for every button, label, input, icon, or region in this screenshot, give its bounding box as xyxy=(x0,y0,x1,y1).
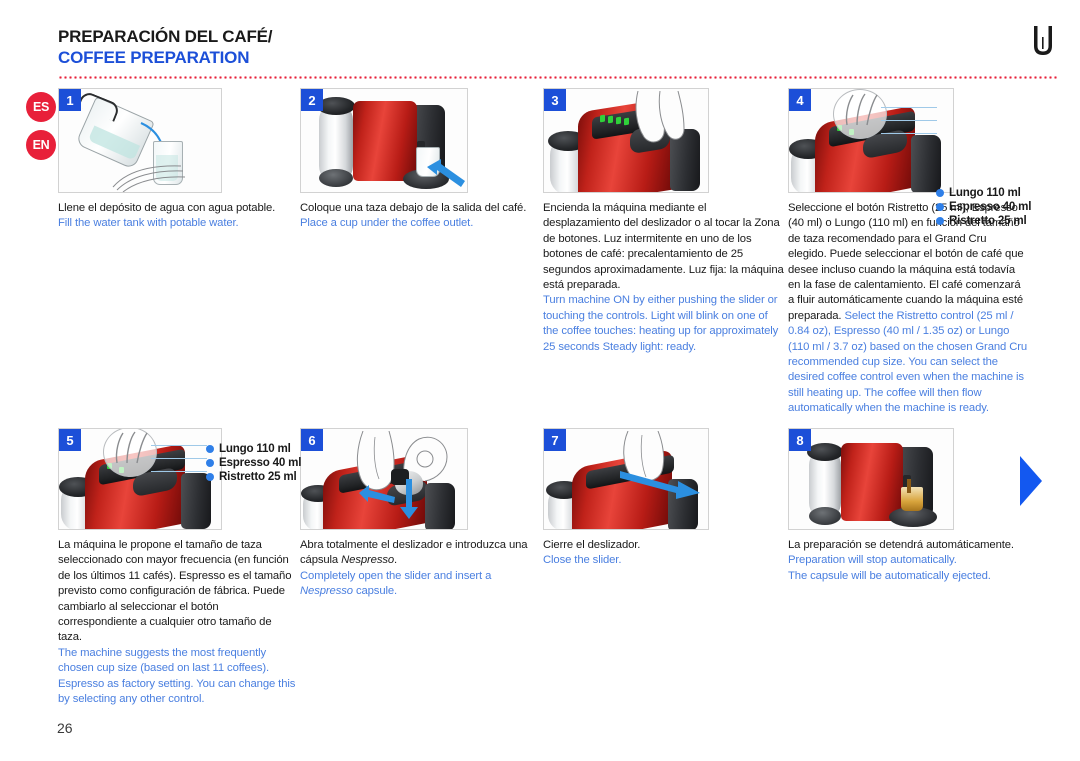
callout-label-ristretto: Ristretto 25 ml xyxy=(949,214,1027,227)
step-panel-6: 6 Abra totalmente el deslizador e introd… xyxy=(300,428,528,597)
callout-row-ristretto: Ristretto 25 ml xyxy=(936,214,1031,227)
step-caption-3-en: Turn machine ON by either pushing the sl… xyxy=(543,294,779,353)
step-caption-6-es: Abra totalmente el deslizador e introduz… xyxy=(300,539,528,567)
page-title-en: COFFEE PREPARATION xyxy=(58,48,250,67)
language-badges: ES EN xyxy=(26,92,56,168)
step-caption-1-es: Llene el depósito de agua con agua potab… xyxy=(58,202,276,214)
step-badge-5: 5 xyxy=(59,429,81,451)
step-panel-7: 7 Cierre el deslizador. Close the slider… xyxy=(543,428,709,566)
suggested-cup-size-photo: 5 xyxy=(58,428,222,530)
language-badge-en: EN xyxy=(26,130,56,160)
open-slider-insert-capsule-photo: 6 xyxy=(300,428,468,530)
step-caption-5-en: The machine suggests the most frequently… xyxy=(58,646,296,706)
page-number: 26 xyxy=(57,720,73,736)
step-caption-7-en: Close the slider. xyxy=(543,554,622,567)
close-slider-photo: 7 xyxy=(543,428,709,530)
step-caption-4-en: Select the Ristretto control (25 ml / 0.… xyxy=(788,309,1028,415)
step-caption-5-es: La máquina le propone el tamaño de taza … xyxy=(58,539,292,644)
step-badge-8: 8 xyxy=(789,429,811,451)
step-caption-3: Encienda la máquina mediante el desplaza… xyxy=(543,201,785,355)
callout-row-espresso: Espresso 40 ml xyxy=(936,200,1031,213)
step-caption-7: Cierre el deslizador. Close the slider. xyxy=(543,538,773,569)
step-caption-7-es: Cierre el deslizador. xyxy=(543,539,641,551)
callout-label-espresso: Espresso 40 ml xyxy=(949,200,1032,213)
step-panel-2: 2 Coloque una taza debajo de la salida d… xyxy=(300,88,526,229)
step-caption-5: La máquina le propone el tamaño de taza … xyxy=(58,538,296,707)
callout-dot-icon xyxy=(936,216,944,225)
callout-row-lungo: Lungo 110 ml xyxy=(936,186,1031,199)
step-caption-8: La preparación se detendrá automáticamen… xyxy=(788,538,1028,584)
turn-machine-on-photo: 3 xyxy=(543,88,709,193)
step-panel-4: 4 Lungo 110 ml Espresso 40 ml Ristretto xyxy=(788,88,1031,414)
step-badge-4: 4 xyxy=(789,89,811,111)
step-caption-3-es: Encienda la máquina mediante el desplaza… xyxy=(543,202,784,292)
step-caption-1: Llene el depósito de agua con agua potab… xyxy=(58,201,290,232)
step-caption-8-en-line1: Preparation will stop automatically. xyxy=(788,554,957,567)
step-caption-1-en: Fill the water tank with potable water. xyxy=(58,217,239,230)
callout-dot-icon xyxy=(936,188,944,197)
step-panel-8: 8 La preparación se detendrá automáticam… xyxy=(788,428,1014,582)
filling-water-tank-illustration: 1 xyxy=(58,88,222,193)
callout-row-lungo: Lungo 110 ml xyxy=(206,442,301,455)
step-badge-3: 3 xyxy=(544,89,566,111)
language-badge-es: ES xyxy=(26,92,56,122)
step-panel-1: 1 Llene el depósito de agua con agua pot… xyxy=(58,88,275,229)
select-coffee-control-photo: 4 xyxy=(788,88,954,193)
callout-dot-icon xyxy=(206,458,214,467)
callout-label-lungo: Lungo 110 ml xyxy=(219,442,291,455)
step-badge-7: 7 xyxy=(544,429,566,451)
cup-size-callout-5: Lungo 110 ml Espresso 40 ml Ristretto 25… xyxy=(206,442,301,483)
step-caption-4: Seleccione el botón Ristretto (25 ml), E… xyxy=(788,201,1028,417)
callout-dot-icon xyxy=(206,472,214,481)
callout-row-ristretto: Ristretto 25 ml xyxy=(206,470,301,483)
callout-dot-icon xyxy=(206,444,214,453)
step-panel-3: 3 Encienda la máquina mediante el despla… xyxy=(543,88,784,353)
callout-dot-icon xyxy=(936,202,944,211)
preparation-stops-photo: 8 xyxy=(788,428,954,530)
next-page-arrow[interactable] xyxy=(1020,456,1042,506)
callout-row-espresso: Espresso 40 ml xyxy=(206,456,301,469)
step-caption-2-en: Place a cup under the coffee outlet. xyxy=(300,217,474,230)
step-caption-2: Coloque una taza debajo de la salida del… xyxy=(300,201,536,232)
page-title-es: PREPARACIÓN DEL CAFÉ/ xyxy=(58,27,273,46)
callout-label-lungo: Lungo 110 ml xyxy=(949,186,1021,199)
u-logo-icon xyxy=(1029,24,1057,58)
step-caption-6: Abra totalmente el deslizador e introduz… xyxy=(300,538,540,600)
step-caption-8-en-line2: The capsule will be automatically ejecte… xyxy=(788,569,991,582)
step-badge-1: 1 xyxy=(59,89,81,111)
callout-label-ristretto: Ristretto 25 ml xyxy=(219,470,297,483)
step-panel-5: 5 Lungo 110 ml Espresso 40 ml Ristretto xyxy=(58,428,301,705)
step-caption-6-en: Completely open the slider and insert a … xyxy=(300,569,492,598)
header-divider xyxy=(58,76,1058,79)
step-caption-8-es: La preparación se detendrá automáticamen… xyxy=(788,539,1014,551)
step-caption-2-es: Coloque una taza debajo de la salida del… xyxy=(300,202,527,214)
cup-under-coffee-outlet-photo: 2 xyxy=(300,88,468,193)
cup-size-callout-4: Lungo 110 ml Espresso 40 ml Ristretto 25… xyxy=(936,186,1031,227)
callout-label-espresso: Espresso 40 ml xyxy=(219,456,302,469)
step-badge-2: 2 xyxy=(301,89,323,111)
step-badge-6: 6 xyxy=(301,429,323,451)
page-title: PREPARACIÓN DEL CAFÉ/ COFFEE PREPARATION xyxy=(58,26,758,68)
